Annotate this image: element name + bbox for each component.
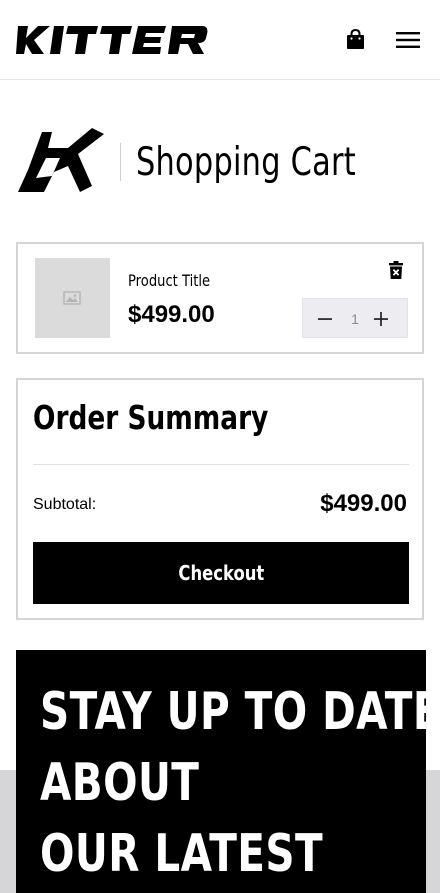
checkout-button[interactable]: Checkout: [33, 542, 409, 604]
subtotal-value: $499.00: [320, 490, 407, 517]
decrease-quantity-button[interactable]: [315, 309, 335, 329]
title-divider: [120, 143, 121, 181]
increase-quantity-button[interactable]: [371, 309, 391, 329]
kitter-logo[interactable]: [16, 24, 208, 61]
order-summary: Order Summary Subtotal: $499.00 Checkout: [16, 378, 424, 620]
trash-icon[interactable]: [389, 261, 403, 279]
product-thumbnail[interactable]: [35, 258, 110, 338]
checkout-button-label: Checkout: [178, 561, 264, 585]
shopping-bag-icon[interactable]: [346, 28, 365, 50]
order-summary-title: Order Summary: [33, 398, 269, 437]
minus-icon: [318, 318, 332, 320]
newsletter-banner: STAY UP TO DATE ABOUT OUR LATEST: [16, 650, 426, 893]
newsletter-heading-line-3: OUR LATEST: [40, 824, 324, 884]
page-title: Shopping Cart: [136, 140, 356, 185]
image-placeholder-icon: [63, 291, 81, 305]
subtotal-label: Subtotal:: [33, 496, 97, 513]
summary-divider: [33, 464, 409, 465]
quantity-stepper: 1: [302, 298, 408, 338]
site-header: [0, 0, 440, 80]
product-title[interactable]: Product Title: [128, 271, 210, 291]
plus-icon: [374, 312, 388, 326]
cart-item: Product Title $499.00 1: [16, 242, 424, 354]
product-price: $499.00: [128, 301, 215, 328]
quantity-value[interactable]: 1: [341, 309, 369, 329]
hamburger-menu-icon[interactable]: [396, 32, 420, 48]
newsletter-heading-line-1: STAY UP TO DATE: [40, 682, 426, 742]
kitter-brand-mark-icon: [16, 126, 106, 196]
kitter-logo-wordmark: [16, 26, 208, 54]
newsletter-heading-line-2: ABOUT: [40, 753, 200, 813]
